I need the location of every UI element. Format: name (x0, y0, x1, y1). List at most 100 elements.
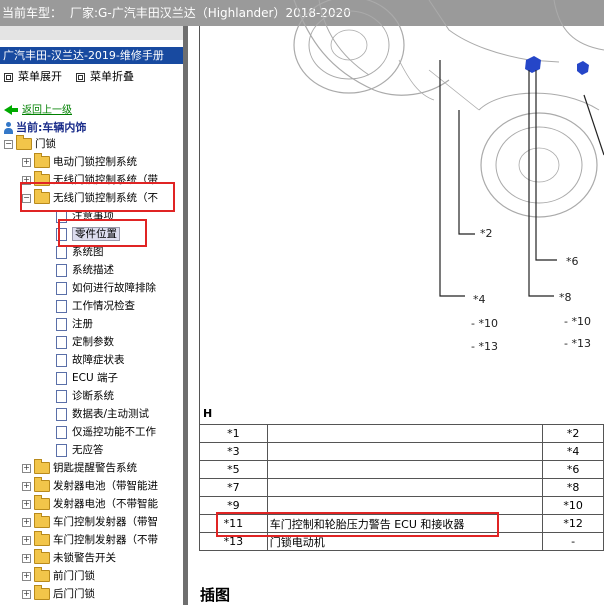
document-icon (56, 353, 67, 367)
document-icon (56, 389, 67, 403)
back-link[interactable]: 返回上一级 (4, 101, 72, 116)
expand-toggle-icon[interactable]: + (22, 535, 31, 545)
collapse-all-button[interactable]: 菜单折叠 (76, 68, 134, 84)
legend-table-section: H *1 *2 *3 *4 *5 *6 *7 *8 *9 *10 *11 车门控… (199, 403, 604, 551)
document-icon (56, 443, 67, 457)
callout-4: *4 (473, 293, 486, 306)
document-icon (56, 371, 67, 385)
expand-toggle-icon[interactable]: + (22, 589, 31, 599)
tree-doc[interactable]: 仅遥控功能不工作 (56, 424, 156, 441)
folder-icon (34, 495, 50, 510)
folder-icon (34, 549, 50, 564)
folder-icon (34, 531, 50, 546)
table-cell: *6 (542, 460, 604, 479)
folder-icon (34, 153, 50, 168)
folder-icon (34, 567, 50, 582)
table-cell: *1 (199, 424, 268, 443)
tree-folder[interactable]: + 发射器电池（不带智能 (22, 495, 158, 513)
folder-icon (34, 513, 50, 528)
table-row: *3 *4 (199, 442, 604, 461)
expand-icon (4, 72, 13, 82)
document-icon (56, 263, 67, 277)
tree-doc[interactable]: 诊断系统 (56, 388, 114, 405)
tree-folder[interactable]: + 前门门锁 (22, 567, 95, 585)
table-cell (266, 442, 544, 461)
table-cell: *2 (542, 424, 604, 443)
pane-splitter[interactable] (183, 26, 188, 605)
tree-doc[interactable]: 故障症状表 (56, 352, 125, 369)
tree-doc[interactable]: 系统描述 (56, 262, 114, 279)
table-cell (266, 460, 544, 479)
callout-13-left: - *13 (471, 340, 498, 353)
expand-toggle-icon[interactable]: + (22, 157, 31, 167)
highlight-box-doc (58, 219, 147, 247)
table-row: *5 *6 (199, 460, 604, 479)
person-icon (4, 122, 13, 134)
highlight-box-table-row (216, 512, 499, 537)
table-cell: - (542, 532, 604, 551)
tree-folder[interactable]: + 未锁警告开关 (22, 549, 116, 567)
tree-doc[interactable]: ECU 端子 (56, 370, 118, 387)
tree-folder[interactable]: + 车门控制发射器（带智 (22, 513, 158, 531)
document-icon (56, 281, 67, 295)
expand-all-button[interactable]: 菜单展开 (4, 68, 62, 84)
callout-6: *6 (566, 255, 579, 268)
sensor-marker (577, 61, 589, 75)
back-arrow-icon (4, 105, 12, 115)
folder-icon (34, 585, 50, 600)
table-cell: *5 (199, 460, 268, 479)
tree-doc[interactable]: 无应答 (56, 442, 104, 459)
table-row: *7 *8 (199, 478, 604, 497)
callout-8: *8 (559, 291, 572, 304)
tree-folder[interactable]: + 车门控制发射器（不带 (22, 531, 158, 549)
document-icon (56, 407, 67, 421)
sidebar-top-strip (0, 26, 183, 40)
car-model-label: 当前车型： (2, 6, 63, 20)
callout-2: *2 (480, 227, 493, 240)
expand-toggle-icon[interactable]: + (22, 481, 31, 491)
document-icon (56, 425, 67, 439)
table-cell: *7 (199, 478, 268, 497)
table-cell: *8 (542, 478, 604, 497)
collapse-toggle-icon[interactable]: − (4, 139, 13, 149)
table-cell: *4 (542, 442, 604, 461)
sensor-marker (525, 56, 541, 73)
tree-folder[interactable]: + 发射器电池（带智能进 (22, 477, 158, 495)
highlight-box-folder (20, 182, 175, 212)
callout-10-left: - *10 (471, 317, 498, 330)
tree-root-door-lock[interactable]: − 门锁 (4, 135, 56, 153)
tree-folder[interactable]: + 钥匙提醒警告系统 (22, 459, 137, 477)
table-cell: *10 (542, 496, 604, 515)
tree-doc[interactable]: 如何进行故障排除 (56, 280, 156, 297)
expand-toggle-icon[interactable]: + (22, 517, 31, 527)
expand-toggle-icon[interactable]: + (22, 571, 31, 581)
tree-folder[interactable]: + 电动门锁控制系统 (22, 153, 137, 171)
table-cell (266, 478, 544, 497)
expand-toggle-icon[interactable]: + (22, 499, 31, 509)
callout-10-right: - *10 (564, 315, 591, 328)
tree-doc[interactable]: 注册 (56, 316, 93, 333)
section-heading-illustration: 插图 (200, 586, 231, 604)
document-icon (56, 317, 67, 331)
collapse-icon (76, 72, 85, 82)
table-cell: *12 (542, 514, 604, 533)
tree-doc[interactable]: 数据表/主动测试 (56, 406, 149, 423)
expand-toggle-icon[interactable]: + (22, 463, 31, 473)
table-cell (266, 424, 544, 443)
tree-doc[interactable]: 工作情况检查 (56, 298, 135, 315)
folder-open-icon (16, 135, 32, 150)
parts-location-diagram: *2 *6 *4 *8 - *10 - *13 - *10 - *13 (293, 0, 604, 353)
manual-title: 广汽丰田-汉兰达-2019-维修手册 (0, 47, 183, 64)
callout-13-right: - *13 (564, 337, 591, 350)
legend-table-header: H (199, 403, 604, 424)
table-row: *1 *2 (199, 424, 604, 443)
table-cell: *3 (199, 442, 268, 461)
tree-folder[interactable]: + 后门门锁 (22, 585, 95, 603)
folder-icon (34, 477, 50, 492)
folder-icon (34, 459, 50, 474)
document-icon (56, 245, 67, 259)
expand-toggle-icon[interactable]: + (22, 553, 31, 563)
document-icon (56, 335, 67, 349)
tree-doc[interactable]: 定制参数 (56, 334, 114, 351)
document-icon (56, 299, 67, 313)
